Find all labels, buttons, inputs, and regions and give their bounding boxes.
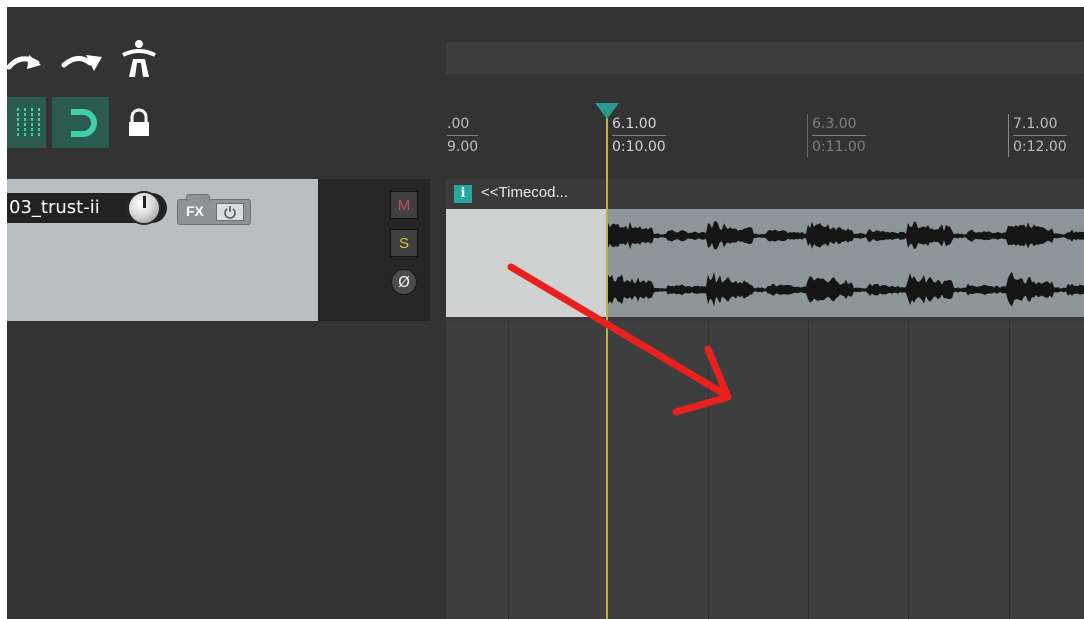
lock-button[interactable] (119, 103, 159, 143)
track-lane[interactable]: i <<Timecod... (446, 179, 1084, 321)
redo-icon (61, 55, 102, 71)
tcp-divider[interactable] (430, 7, 446, 619)
ripple-edit-button[interactable] (119, 37, 159, 81)
item-header: i <<Timecod... (446, 179, 1084, 209)
mute-button[interactable]: M (390, 191, 418, 219)
ruler-tick: .00 9.00 (446, 114, 479, 157)
ruler-time-label: 0:12.00 (1013, 139, 1067, 155)
gridline (908, 321, 909, 619)
waveform (608, 220, 1084, 307)
ripple-edit-icon (122, 40, 156, 77)
ruler-bar-label: 6.1.00 (612, 114, 666, 136)
undo-icon (7, 55, 41, 70)
arrange-view[interactable]: .00 9.00 6.1.00 0:10.00 6.3.00 0:11.00 7… (446, 7, 1084, 619)
ruler-time-label: 9.00 (447, 139, 479, 155)
snap-icon (70, 108, 97, 137)
grid-lines (446, 321, 1084, 619)
phase-invert-button[interactable]: Ø (391, 269, 417, 295)
ruler-bar-label: .00 (447, 114, 479, 136)
fx-label: FX (186, 203, 204, 219)
item-name: <<Timecod... (481, 184, 568, 201)
timeline-ruler[interactable]: .00 9.00 6.1.00 0:10.00 6.3.00 0:11.00 7… (446, 74, 1084, 179)
fx-bypass-button[interactable] (216, 203, 244, 221)
volume-knob[interactable] (127, 191, 161, 225)
snap-toggle-button[interactable] (52, 97, 109, 148)
ruler-bar-label: 6.3.00 (812, 114, 866, 136)
ruler-tick: 7.1.00 0:12.00 (1008, 114, 1067, 157)
lock-icon (129, 108, 149, 136)
fx-button[interactable]: FX (177, 194, 251, 225)
grid-icon (16, 107, 40, 138)
ruler-time-label: 0:11.00 (812, 139, 866, 155)
horizontal-scrollbar[interactable] (446, 42, 1084, 74)
grid-toggle-button[interactable] (7, 97, 46, 148)
arrange-top-area (446, 7, 1084, 42)
ruler-tick: 6.3.00 0:11.00 (807, 114, 866, 157)
info-icon[interactable]: i (454, 185, 472, 203)
gridline (508, 321, 509, 619)
audio-item[interactable] (608, 209, 1084, 317)
playhead-marker-icon[interactable] (595, 103, 619, 119)
ruler-time-label: 0:10.00 (612, 139, 666, 155)
power-icon (224, 206, 236, 219)
reaper-window: 03_trust-ii FX M S Ø .00 9.00 6.1.00 0:1… (7, 7, 1084, 619)
gridline (708, 321, 709, 619)
redo-button[interactable] (59, 43, 105, 79)
playhead-cursor[interactable] (606, 107, 608, 619)
undo-button[interactable] (7, 43, 47, 79)
waveform-channel (608, 271, 1084, 307)
solo-button[interactable]: S (390, 229, 418, 257)
gridline (808, 321, 809, 619)
lane-empty-region[interactable] (446, 209, 607, 317)
waveform-channel (608, 220, 1084, 250)
ruler-bar-label: 7.1.00 (1013, 114, 1067, 136)
track-buttons-strip: M S Ø (318, 179, 430, 321)
track-control-panel[interactable]: 03_trust-ii FX (7, 179, 318, 321)
gridline (1009, 321, 1010, 619)
ruler-tick: 6.1.00 0:10.00 (607, 114, 666, 157)
